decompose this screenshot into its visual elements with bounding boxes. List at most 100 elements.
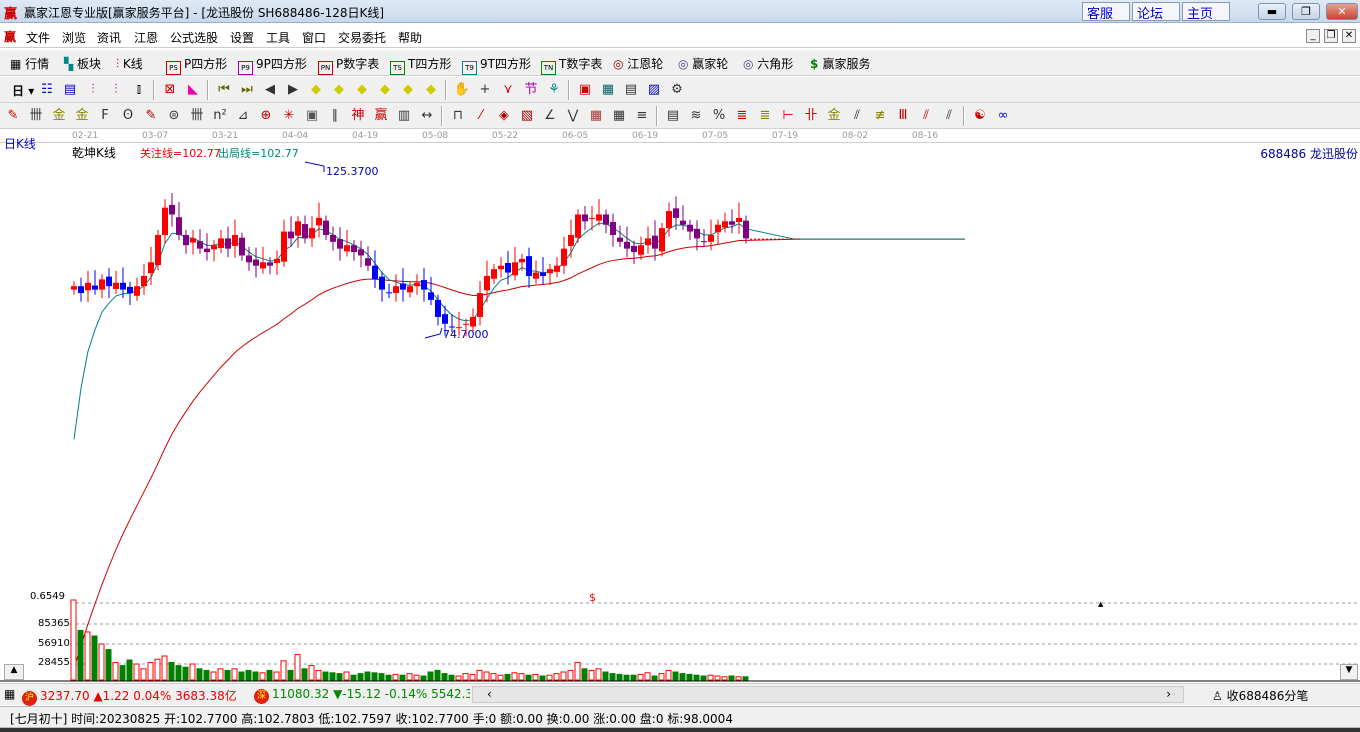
- report-icon[interactable]: ▤: [622, 81, 640, 99]
- expand-icon[interactable]: ◆: [353, 81, 371, 99]
- candle-select-icon[interactable]: ⫾: [130, 81, 148, 99]
- shenzhen-index[interactable]: 深 11080.32 ▼-15.12 -0.14% 5542.38: [254, 687, 470, 704]
- homepage-link[interactable]: 主页: [1182, 2, 1230, 21]
- hexagon-button[interactable]: ◎ 六角形: [743, 55, 793, 72]
- parallel-icon[interactable]: 卌: [27, 107, 45, 125]
- menu-trade[interactable]: 交易委托: [338, 29, 386, 46]
- zoom-in-icon[interactable]: ◆: [399, 81, 417, 99]
- gann-fan-icon[interactable]: ✳: [280, 107, 298, 125]
- menu-formula[interactable]: 公式选股: [170, 29, 218, 46]
- crosshair-icon[interactable]: +: [476, 81, 494, 99]
- split-icon[interactable]: 卝: [802, 107, 820, 125]
- gann-box-icon[interactable]: ▧: [518, 107, 536, 125]
- first-icon[interactable]: ⏮: [215, 81, 233, 99]
- p-number-table-button[interactable]: PN P数字表: [318, 55, 379, 75]
- wave-icon[interactable]: ⊠: [161, 81, 179, 99]
- mdi-minimize-button[interactable]: _: [1306, 29, 1320, 43]
- mdi-restore-button[interactable]: ❐: [1324, 29, 1338, 43]
- shrink-icon[interactable]: ◆: [376, 81, 394, 99]
- sector-button[interactable]: ▚ 板块: [64, 55, 101, 72]
- scroll-right-icon[interactable]: ›: [1166, 687, 1171, 701]
- parallel-4-icon[interactable]: ⫽: [940, 107, 958, 125]
- grid-icon[interactable]: ◈: [495, 107, 513, 125]
- gann-wheel-button[interactable]: ◎ 江恩轮: [613, 55, 663, 72]
- move-left-icon[interactable]: ◆: [307, 81, 325, 99]
- list-icon[interactable]: ▤: [664, 107, 682, 125]
- speed-lines-icon[interactable]: ≡: [633, 107, 651, 125]
- ruler-icon[interactable]: ⊢: [779, 107, 797, 125]
- grid-2-icon[interactable]: ▦: [587, 107, 605, 125]
- menu-window[interactable]: 窗口: [302, 29, 326, 46]
- fan-icon[interactable]: ⁄: [472, 107, 490, 125]
- marker-icon[interactable]: ✎: [142, 107, 160, 125]
- percent-icon[interactable]: %: [710, 107, 728, 125]
- last-icon[interactable]: ⏭: [238, 81, 256, 99]
- mdi-close-button[interactable]: ✕: [1342, 29, 1356, 43]
- square-icon[interactable]: n²: [211, 107, 229, 125]
- customer-service-link[interactable]: 客服: [1082, 2, 1130, 21]
- minimize-button[interactable]: ▬: [1258, 3, 1286, 20]
- winner-service-button[interactable]: $ 赢家服务: [810, 55, 871, 72]
- restore-button[interactable]: ❐: [1292, 3, 1320, 20]
- lines-icon[interactable]: 卌: [188, 107, 206, 125]
- forum-link[interactable]: 论坛: [1132, 2, 1180, 21]
- line-icon[interactable]: ⋎: [499, 81, 517, 99]
- gann-angle-icon[interactable]: ∠: [541, 107, 559, 125]
- rect-icon[interactable]: ⊓: [449, 107, 467, 125]
- time-zone-icon[interactable]: ▥: [395, 107, 413, 125]
- histogram-icon[interactable]: ◣: [184, 81, 202, 99]
- scroll-left-icon[interactable]: ‹: [487, 687, 492, 701]
- ma3-icon[interactable]: ⫶: [84, 81, 102, 99]
- t-number-table-button[interactable]: TN T数字表: [541, 55, 602, 75]
- solar-term-icon[interactable]: 节: [522, 81, 540, 99]
- v-line-icon[interactable]: ⋁: [564, 107, 582, 125]
- three-icon[interactable]: Ⅲ: [894, 107, 912, 125]
- gold-icon[interactable]: 金: [825, 107, 843, 125]
- menu-file[interactable]: 文件: [26, 29, 50, 46]
- fib-lines-icon[interactable]: ≢: [871, 107, 889, 125]
- channel-icon[interactable]: ∥: [326, 107, 344, 125]
- chart-type-icon[interactable]: ☷: [38, 81, 56, 99]
- winner-icon[interactable]: 赢: [372, 107, 390, 125]
- bands-icon[interactable]: ≋: [687, 107, 705, 125]
- shanghai-index[interactable]: 沪 3237.70 ▲1.22 0.04% 3683.38亿: [22, 687, 237, 706]
- fibonacci-icon[interactable]: F: [96, 107, 114, 125]
- menu-help[interactable]: 帮助: [398, 29, 422, 46]
- save-icon[interactable]: ▨: [645, 81, 663, 99]
- gold-ratio-2-icon[interactable]: 金: [73, 107, 91, 125]
- tick-detail-button[interactable]: ♙ 收688486分笔: [1212, 687, 1308, 704]
- infinity-icon[interactable]: ∞: [994, 107, 1012, 125]
- yin-yang-icon[interactable]: ☯: [971, 107, 989, 125]
- quote-button[interactable]: ▦ 行情: [10, 55, 49, 72]
- 9t-square-button[interactable]: T9 9T四方形: [462, 55, 531, 75]
- calendar-icon[interactable]: ▣: [576, 81, 594, 99]
- hand-icon[interactable]: ✋: [453, 81, 471, 99]
- next-icon[interactable]: ▶: [284, 81, 302, 99]
- range-icon[interactable]: ↔: [418, 107, 436, 125]
- target-icon[interactable]: ⊕: [257, 107, 275, 125]
- calculator-icon[interactable]: ▦: [599, 81, 617, 99]
- grid-3-icon[interactable]: ▦: [610, 107, 628, 125]
- kline-button[interactable]: ⫶ K线: [116, 55, 143, 72]
- quote-table-icon[interactable]: ▦: [4, 687, 15, 701]
- angle-icon[interactable]: ⊿: [234, 107, 252, 125]
- pen-icon[interactable]: ✎: [4, 107, 22, 125]
- menu-browse[interactable]: 浏览: [62, 29, 86, 46]
- prev-icon[interactable]: ◀: [261, 81, 279, 99]
- parallel-2-icon[interactable]: ⫽: [848, 107, 866, 125]
- god-line-icon[interactable]: 神: [349, 107, 367, 125]
- spiral-icon[interactable]: ʘ: [119, 107, 137, 125]
- horizontal-scrollbar[interactable]: ‹ ›: [472, 686, 1184, 703]
- close-button[interactable]: ✕: [1326, 3, 1358, 20]
- parallel-3-icon[interactable]: ⫽: [917, 107, 935, 125]
- move-right-icon[interactable]: ◆: [330, 81, 348, 99]
- menu-settings[interactable]: 设置: [230, 29, 254, 46]
- levels-2-icon[interactable]: ≣: [756, 107, 774, 125]
- menu-gann[interactable]: 江恩: [134, 29, 158, 46]
- menu-info[interactable]: 资讯: [97, 29, 121, 46]
- levels-icon[interactable]: ≣: [733, 107, 751, 125]
- gold-ratio-icon[interactable]: 金: [50, 107, 68, 125]
- period-select[interactable]: 日 ▾: [12, 82, 34, 99]
- 9p-square-button[interactable]: P9 9P四方形: [238, 55, 307, 75]
- ma9-icon[interactable]: ⫶: [107, 81, 125, 99]
